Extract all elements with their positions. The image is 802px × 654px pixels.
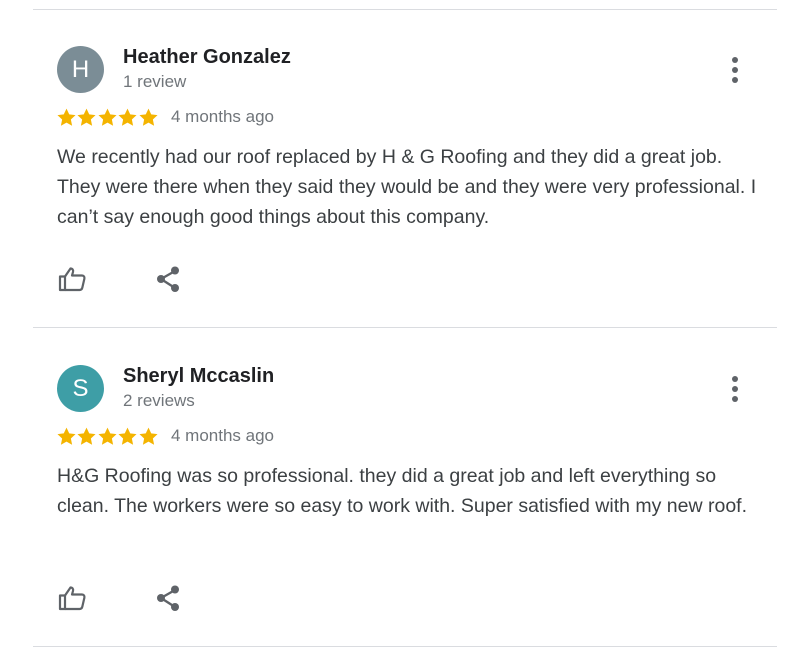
star-rating — [56, 107, 158, 129]
star-icon — [76, 426, 96, 447]
review-text: H&G Roofing was so professional. they di… — [57, 465, 748, 517]
star-icon — [56, 107, 76, 128]
thumb-up-icon[interactable] — [55, 581, 89, 615]
star-icon — [56, 426, 76, 447]
more-vert-icon[interactable] — [722, 54, 748, 86]
share-icon[interactable] — [151, 581, 185, 615]
star-rating — [56, 426, 158, 448]
review-date: 4 months ago — [171, 426, 275, 445]
star-icon — [138, 107, 158, 128]
review-text: We recently had our roof replaced by H &… — [57, 146, 757, 228]
review-card: S Sheryl Mccaslin 2 reviews 4 months ago… — [0, 319, 802, 637]
review-card: H Heather Gonzalez 1 review 4 months ago… — [0, 0, 802, 318]
star-icon — [97, 107, 117, 128]
star-icon — [97, 426, 117, 447]
reviewer-name[interactable]: Sheryl Mccaslin — [123, 365, 274, 388]
star-icon — [117, 107, 137, 128]
star-icon — [117, 426, 137, 447]
review-count: 2 reviews — [123, 391, 195, 410]
star-icon — [138, 426, 158, 447]
review-count: 1 review — [123, 72, 187, 91]
share-icon[interactable] — [151, 262, 185, 296]
thumb-up-icon[interactable] — [55, 262, 89, 296]
avatar[interactable]: S — [57, 365, 104, 412]
review-date: 4 months ago — [171, 107, 275, 126]
star-icon — [76, 107, 96, 128]
reviewer-name[interactable]: Heather Gonzalez — [123, 46, 291, 69]
more-vert-icon[interactable] — [722, 373, 748, 405]
divider — [33, 646, 777, 647]
avatar[interactable]: H — [57, 46, 104, 93]
